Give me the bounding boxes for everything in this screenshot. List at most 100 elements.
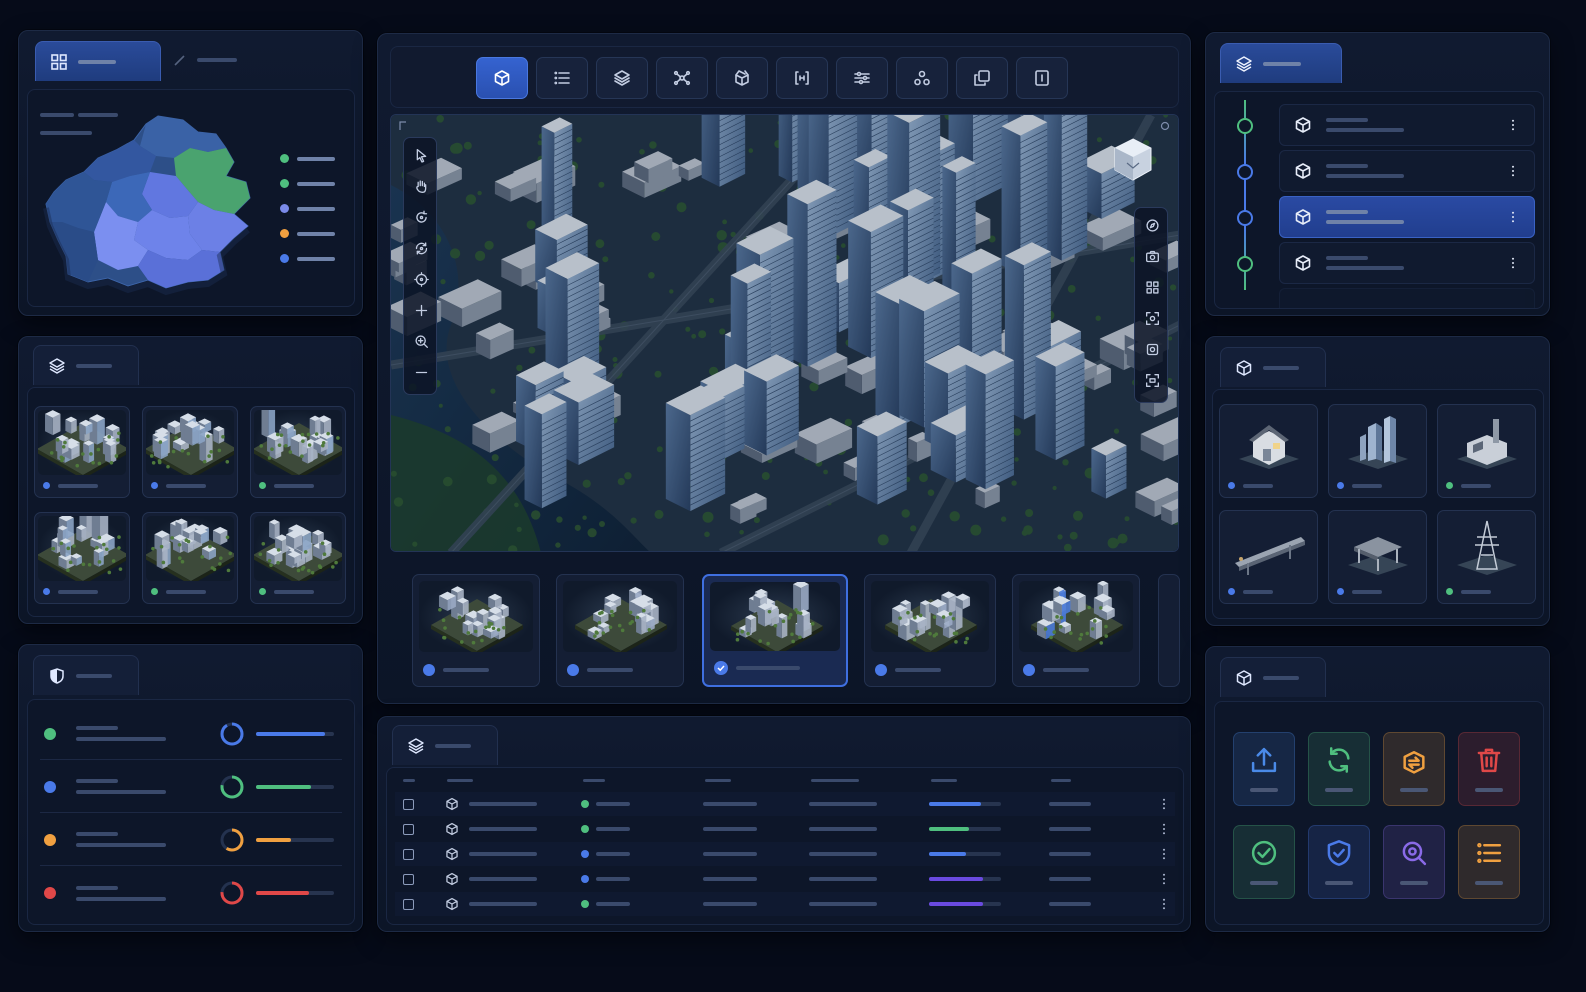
tool-pointer[interactable] [408,142,434,168]
3d-viewport[interactable] [390,114,1179,552]
tab-status[interactable] [33,655,139,695]
scene-thumbnail[interactable] [412,574,540,687]
action-transfer[interactable] [1383,732,1445,806]
status-row[interactable] [40,814,342,866]
asset-card-factory[interactable] [1437,404,1536,498]
action-list[interactable] [1458,825,1520,899]
asset-card-bridge[interactable] [1219,510,1318,604]
toolbar-button-brackets[interactable] [776,57,828,99]
tab-assets[interactable] [1220,347,1326,387]
tool-target[interactable] [408,266,434,292]
tool-compass[interactable] [1139,212,1165,238]
action-upload[interactable] [1233,732,1295,806]
scene-card[interactable] [250,406,346,498]
settings-dot-icon[interactable] [1160,121,1170,131]
tab-edit[interactable] [173,53,237,67]
tool-frame[interactable] [1139,367,1165,393]
scene-thumbnail[interactable] [1158,574,1180,687]
more-icon[interactable] [1157,797,1171,811]
scene-card[interactable] [34,512,130,604]
legend-item[interactable] [280,204,343,213]
action-check-circle[interactable] [1233,825,1295,899]
tree-item[interactable] [1279,288,1535,308]
expand-icon[interactable] [399,121,413,131]
table-row[interactable] [395,817,1175,841]
tree-node[interactable] [1237,118,1253,134]
toolbar-button-box-open[interactable] [716,57,768,99]
scene-card[interactable] [34,406,130,498]
asset-card-towers[interactable] [1328,404,1427,498]
scene-thumbnail[interactable] [556,574,684,687]
tool-rotate[interactable] [408,204,434,230]
toolbar-button-network[interactable] [656,57,708,99]
row-checkbox[interactable] [403,823,414,835]
tree-item[interactable] [1279,242,1535,284]
tool-camera[interactable] [1139,243,1165,269]
more-icon[interactable] [1157,847,1171,861]
table-row[interactable] [395,842,1175,866]
tree-node[interactable] [1237,210,1253,226]
scene-card[interactable] [142,512,238,604]
more-icon[interactable] [1157,897,1171,911]
tree-node[interactable] [1237,164,1253,180]
region-map[interactable] [38,110,268,300]
toolbar-button-layers[interactable] [596,57,648,99]
asset-card-power-tower[interactable] [1437,510,1536,604]
row-checkbox[interactable] [403,873,414,885]
tool-capture[interactable] [1139,336,1165,362]
more-icon[interactable] [1506,210,1520,224]
asset-card-house[interactable] [1219,404,1318,498]
status-row[interactable] [40,867,342,919]
tab-actions[interactable] [1220,657,1326,697]
toolbar-button-panel[interactable] [1016,57,1068,99]
tab-tree[interactable] [1220,43,1342,83]
scene-thumbnail[interactable] [864,574,996,687]
tree-item[interactable] [1279,150,1535,192]
tab-scenes[interactable] [33,345,139,385]
row-checkbox[interactable] [403,898,414,910]
legend-item[interactable] [280,179,343,188]
toolbar-button-sliders[interactable] [836,57,888,99]
tab-table[interactable] [392,725,498,765]
row-checkbox[interactable] [403,848,414,860]
table-row[interactable] [395,892,1175,916]
status-row[interactable] [40,761,342,813]
action-trash[interactable] [1458,732,1520,806]
tree-node[interactable] [1237,256,1253,272]
action-refresh[interactable] [1308,732,1370,806]
action-shield-check[interactable] [1308,825,1370,899]
tree-item[interactable] [1279,196,1535,238]
table-row[interactable] [395,867,1175,891]
toolbar-button-copy[interactable] [956,57,1008,99]
row-checkbox[interactable] [403,798,414,810]
legend-item[interactable] [280,154,343,163]
tool-zoom-in[interactable] [408,328,434,354]
tree-item[interactable] [1279,104,1535,146]
tool-hand[interactable] [408,173,434,199]
tab-map[interactable] [35,41,161,81]
table-row[interactable] [395,792,1175,816]
more-icon[interactable] [1157,822,1171,836]
more-icon[interactable] [1506,118,1520,132]
tool-plus[interactable] [408,297,434,323]
toolbar-button-nodes[interactable] [896,57,948,99]
toolbar-button-list[interactable] [536,57,588,99]
more-icon[interactable] [1506,164,1520,178]
more-icon[interactable] [1157,872,1171,886]
tool-minus[interactable] [408,359,434,385]
city-scene[interactable] [391,115,1179,552]
scene-thumbnail[interactable] [702,574,848,687]
scene-card[interactable] [250,512,346,604]
legend-item[interactable] [280,229,343,238]
legend-item[interactable] [280,254,343,263]
tool-orbit[interactable] [408,235,434,261]
more-icon[interactable] [1506,256,1520,270]
tool-focus[interactable] [1139,305,1165,331]
tool-grid[interactable] [1139,274,1165,300]
action-search[interactable] [1383,825,1445,899]
asset-card-pavilion[interactable] [1328,510,1427,604]
status-row[interactable] [40,708,342,760]
toolbar-button-cube[interactable] [476,57,528,99]
view-cube[interactable] [1110,135,1156,185]
scene-card[interactable] [142,406,238,498]
